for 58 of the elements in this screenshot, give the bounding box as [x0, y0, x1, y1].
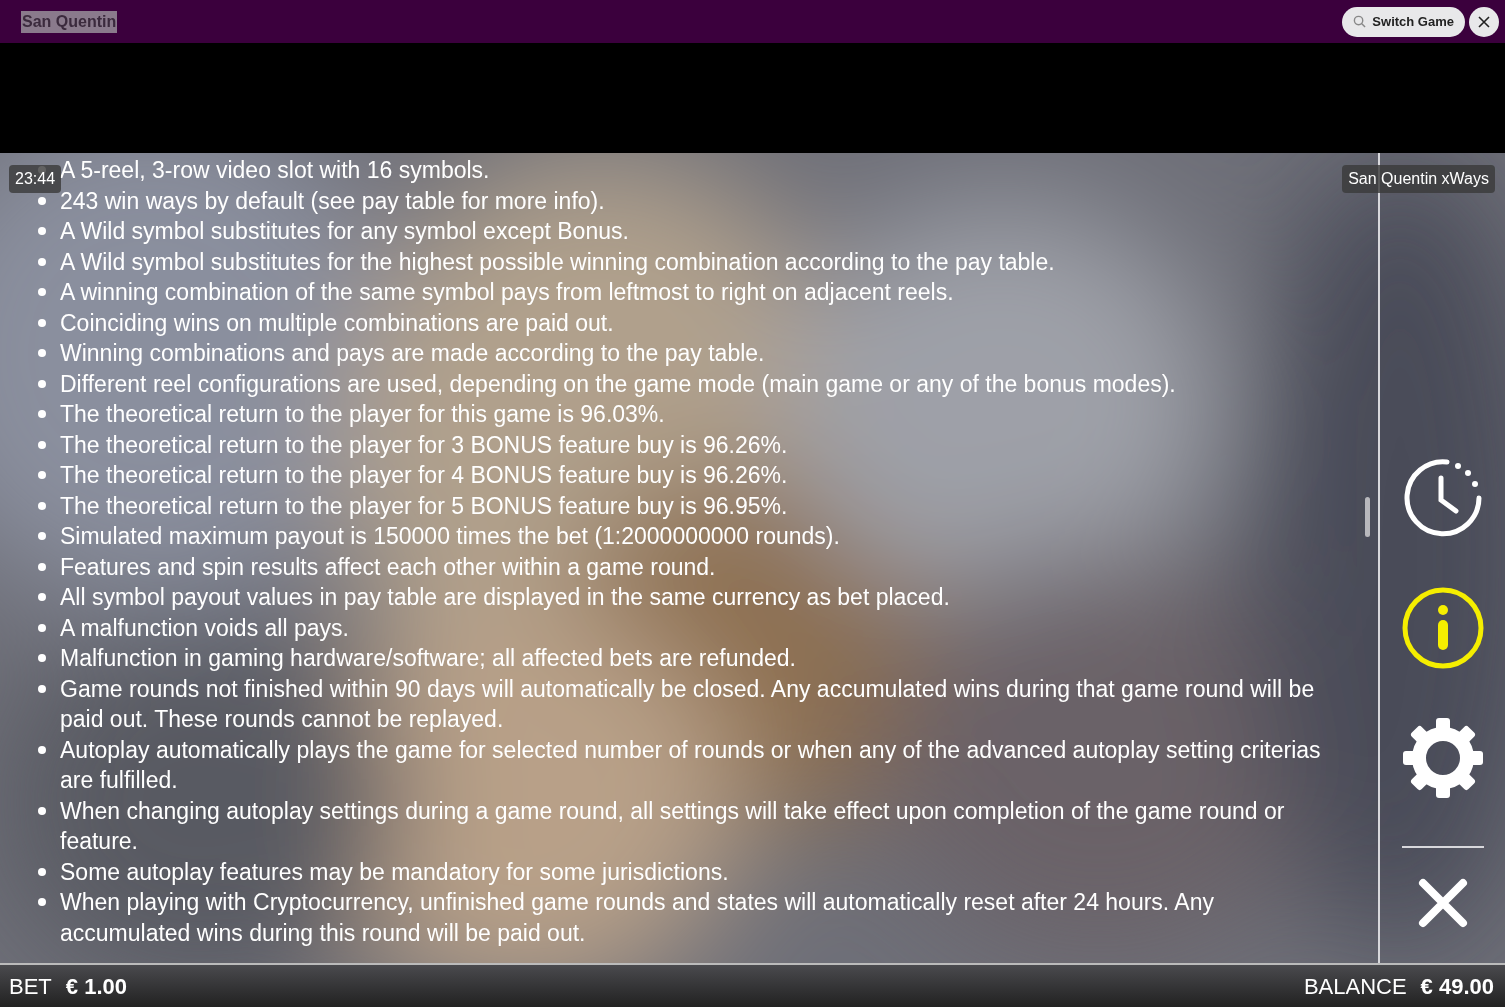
bullet-icon — [38, 654, 46, 662]
bullet-icon — [38, 867, 46, 876]
rule-text: All symbol payout values in pay table are displayed in the same currency as bet placed. — [60, 583, 950, 612]
search-icon — [1353, 15, 1367, 28]
rule-text: Features and spin results affect each other within a game round. — [60, 552, 716, 582]
close-icon — [1478, 15, 1490, 28]
bullet-icon — [38, 898, 46, 906]
rule-text: The theoretical return to the player for 5 BONUS feature buy is 96.95%. — [60, 491, 788, 521]
close-icon — [1417, 878, 1468, 928]
rule-text: A Wild symbol substitutes for the highest possible winning combination according to the pay table. — [60, 247, 1055, 277]
rule-text: The theoretical return to the player for 3 BONUS feature buy is 96.26%. — [60, 430, 788, 460]
bullet-icon — [38, 593, 46, 601]
rule-text: Coinciding wins on multiple combinations are paid out. — [60, 308, 614, 338]
rule-text: The theoretical return to the player for this game is 96.03%. — [60, 400, 665, 429]
rule-text: A 5-reel, 3-row video slot with 16 symbols. — [60, 156, 490, 185]
rule-text: Game rounds not finished within 90 days will automatically be closed. Any accumulated wins during that game round will be paid out. These rounds cannot be replayed. — [60, 674, 1316, 734]
rule-text: Winning combinations and pays are made according to the pay table. — [60, 339, 765, 368]
rule-text: Malfunction in gaming hardware/software; all affected bets are refunded. — [60, 644, 796, 673]
rule-text: When changing autoplay settings during a game round, all settings will take effect upon completion of the game round or feature. — [60, 796, 1286, 856]
rule-text: Some autoplay features may be mandatory for some jurisdictions. — [60, 857, 729, 887]
game-name-label: San Quentin xWays — [1342, 165, 1495, 193]
rule-text: Simulated maximum payout is 150000 times the bet (1:2000000000 rounds). — [60, 522, 840, 551]
bullet-icon — [38, 562, 46, 571]
bet-value: € 1.00 — [65, 972, 127, 1001]
rule-text: A winning combination of the same symbol pays from leftmost to right on adjacent reels. — [60, 278, 954, 307]
rule-text: Autoplay automatically plays the game for selected number of rounds or when any of the advanced autoplay setting criterias are fulfilled. — [60, 735, 1322, 795]
rule-text: 243 win ways by default (see pay table for more info). — [60, 186, 605, 216]
close-button[interactable] — [1469, 6, 1499, 37]
rule-text: The theoretical return to the player for 4 BONUS feature buy is 96.26%. — [60, 461, 788, 490]
switch-game-button[interactable]: Switch Game — [1342, 6, 1465, 37]
bullet-icon — [38, 501, 46, 510]
rule-text: A Wild symbol substitutes for any symbol except Bonus. — [60, 217, 629, 246]
scrollbar-thumb[interactable] — [1365, 497, 1370, 537]
settings-icon — [1400, 716, 1485, 800]
balance-value: € 49.00 — [1420, 972, 1494, 1001]
bullet-icon — [38, 196, 46, 205]
bullet-icon — [38, 379, 46, 388]
balance-label: BALANCE — [1303, 972, 1407, 1001]
bullet-icon — [38, 227, 46, 235]
bullet-icon — [38, 440, 46, 449]
bullet-icon — [38, 532, 46, 540]
bullet-icon — [38, 745, 46, 754]
bullet-icon — [38, 349, 46, 357]
bullet-icon — [38, 410, 46, 418]
bet-label: BET — [9, 972, 52, 1001]
bullet-icon — [38, 257, 46, 266]
clock-time: 23:44 — [9, 165, 62, 193]
rule-text: Different reel configurations are used, depending on the game mode (main game or any of the bonus modes). — [60, 369, 1176, 399]
bullet-icon — [38, 623, 46, 632]
bullet-icon — [38, 288, 46, 296]
window-title: San Quentin — [21, 10, 118, 33]
bullet-icon — [38, 471, 46, 479]
bullet-icon — [38, 684, 46, 693]
rule-text: A malfunction voids all pays. — [60, 613, 349, 643]
bullet-icon — [38, 318, 46, 327]
info-icon — [1400, 586, 1485, 670]
rule-text: When playing with Cryptocurrency, unfinished game rounds and states will automatically reset after 24 hours. Any accumulated wins during this round will be paid out. — [60, 888, 1215, 948]
bullet-icon — [38, 806, 46, 815]
